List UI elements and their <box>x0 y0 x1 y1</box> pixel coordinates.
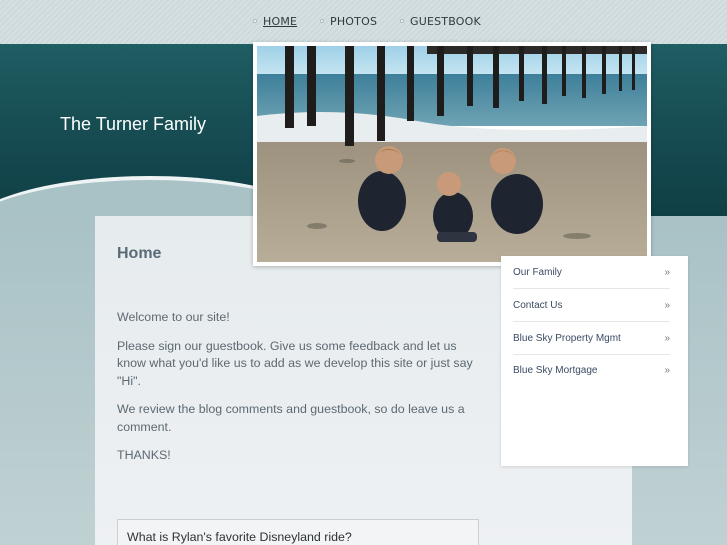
nav-item-photos[interactable]: PHOTOS <box>320 13 377 29</box>
nav-item-guestbook[interactable]: GUESTBOOK <box>400 13 481 29</box>
main-nav: HOME PHOTOS GUESTBOOK <box>0 13 727 29</box>
nav-bullet-icon <box>253 19 257 23</box>
double-chevron-right-icon: » <box>664 299 670 311</box>
nav-bullet-icon <box>400 19 404 23</box>
site-title[interactable]: The Turner Family <box>60 114 206 135</box>
guestbook-request-text: Please sign our guestbook. Give us some … <box>117 338 473 388</box>
double-chevron-right-icon: » <box>664 365 670 376</box>
intro-text: Welcome to our site! Please sign our gue… <box>117 309 479 471</box>
sidebar-item-blue-sky-property[interactable]: Blue Sky Property Mgmt » <box>513 322 670 355</box>
thanks-text: THANKS! <box>117 448 171 462</box>
double-chevron-right-icon: » <box>664 266 670 278</box>
review-comments-text: We review the blog comments and guestboo… <box>117 402 465 434</box>
sidebar-item-label: Blue Sky Mortgage <box>513 365 598 376</box>
sidebar-item-label: Contact Us <box>513 299 563 311</box>
sidebar-item-label: Blue Sky Property Mgmt <box>513 332 621 344</box>
nav-label-home: HOME <box>263 14 298 28</box>
sidebar-item-our-family[interactable]: Our Family » <box>513 256 670 289</box>
nav-item-home[interactable]: HOME <box>253 13 297 29</box>
beach-photo-image <box>257 46 647 262</box>
sidebar-item-blue-sky-mortgage[interactable]: Blue Sky Mortgage » <box>513 354 670 387</box>
sidebar-item-label: Our Family <box>513 266 562 278</box>
page-title: Home <box>117 245 162 262</box>
welcome-text: Welcome to our site! <box>117 310 230 324</box>
nav-bullet-icon <box>320 19 324 23</box>
poll-question: What is Rylan's favorite Disneyland ride… <box>127 530 352 544</box>
double-chevron-right-icon: » <box>664 332 670 344</box>
header-photo <box>253 42 651 266</box>
sidebar-item-contact-us[interactable]: Contact Us » <box>513 289 670 322</box>
nav-label-guestbook: GUESTBOOK <box>410 14 481 28</box>
poll-box: What is Rylan's favorite Disneyland ride… <box>117 519 479 545</box>
sidebar-menu: Our Family » Contact Us » Blue Sky Prope… <box>501 256 688 466</box>
nav-label-photos: PHOTOS <box>330 14 378 28</box>
